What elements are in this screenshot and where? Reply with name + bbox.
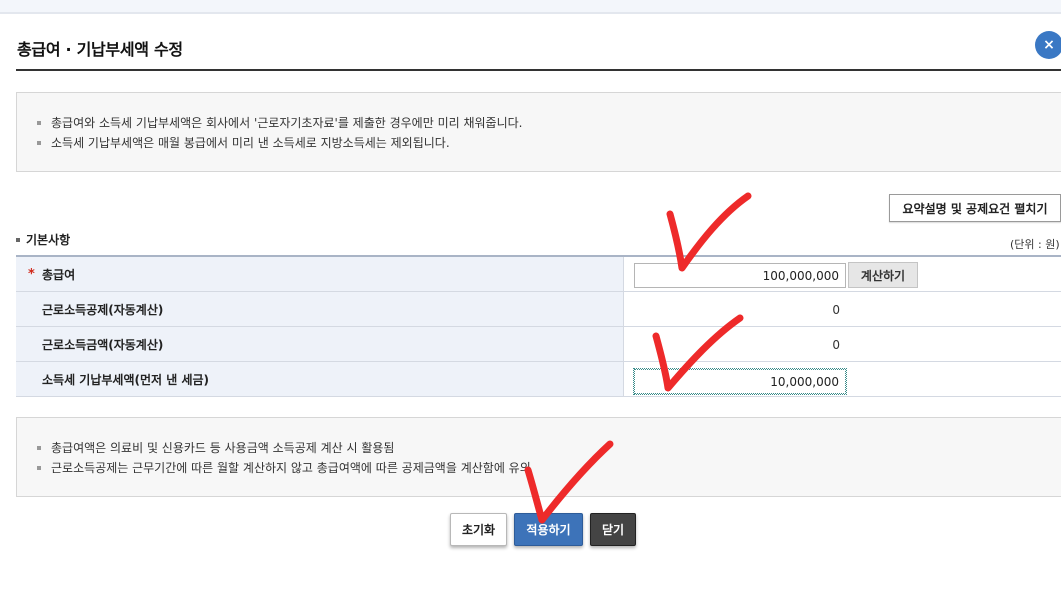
notice-box-top: 총급여와 소득세 기납부세액은 회사에서 '근로자기초자료'를 제출한 경우에만… — [16, 92, 1061, 172]
bullet-icon — [37, 466, 41, 470]
notice-text: 근로소득공제는 근무기간에 따른 월할 계산하지 않고 총급여액에 따른 공제금… — [51, 461, 531, 475]
dialog-title: 총급여 · 기납부세액 수정 — [17, 40, 183, 59]
section-title: 기본사항 — [16, 231, 70, 248]
apply-button[interactable]: 적용하기 — [514, 513, 583, 546]
notice-item: 총급여와 소득세 기납부세액은 회사에서 '근로자기초자료'를 제출한 경우에만… — [37, 113, 1061, 133]
bullet-icon — [37, 121, 41, 125]
prepaid-tax-input[interactable] — [633, 368, 847, 395]
notice-item: 총급여액은 의료비 및 신용카드 등 사용금액 소득공제 계산 시 활용됨 — [37, 438, 1061, 458]
bullet-icon — [37, 446, 41, 450]
row-value-cell: 0 — [624, 327, 1061, 361]
table-row-income-amount: 근로소득금액(자동계산) 0 — [16, 327, 1061, 362]
unit-label: (단위 : 원) — [1010, 238, 1060, 251]
table-row-income-deduction: 근로소득공제(자동계산) 0 — [16, 292, 1061, 327]
row-label-text: 총급여 — [42, 267, 76, 282]
income-amount-value: 0 — [832, 337, 840, 352]
income-deduction-value: 0 — [832, 302, 840, 317]
total-salary-input[interactable] — [634, 263, 846, 288]
required-mark: * — [28, 267, 35, 282]
section-title-text: 기본사항 — [26, 233, 71, 247]
row-label: 근로소득공제(자동계산) — [16, 292, 624, 326]
row-label: 근로소득금액(자동계산) — [16, 327, 624, 361]
table-row-prepaid-tax: 소득세 기납부세액(먼저 낸 세금) — [16, 362, 1061, 397]
close-button[interactable]: 닫기 — [590, 513, 636, 546]
notice-item: 근로소득공제는 근무기간에 따른 월할 계산하지 않고 총급여액에 따른 공제금… — [37, 458, 1061, 478]
row-label: * 총급여 — [16, 257, 624, 291]
notice-text: 총급여액은 의료비 및 신용카드 등 사용금액 소득공제 계산 시 활용됨 — [51, 441, 395, 455]
calculate-button[interactable]: 계산하기 — [848, 262, 918, 288]
summary-expand-button[interactable]: 요약설명 및 공제요건 펼치기 — [889, 194, 1061, 222]
action-bar: 초기화 적용하기 닫기 — [0, 513, 1061, 547]
row-label: 소득세 기납부세액(먼저 낸 세금) — [16, 362, 624, 396]
browser-top-strip — [0, 0, 1061, 14]
section-bullet-icon — [16, 237, 20, 242]
reset-button[interactable]: 초기화 — [450, 513, 507, 546]
notice-box-bottom: 총급여액은 의료비 및 신용카드 등 사용금액 소득공제 계산 시 활용됨 근로… — [16, 417, 1061, 497]
row-value-cell: 0 — [624, 292, 1061, 326]
bullet-icon — [37, 141, 41, 145]
form-table: * 총급여 근로소득공제(자동계산) 0 근로소득금액(자동계산) 0 소득세 기… — [16, 255, 1061, 397]
notice-item: 소득세 기납부세액은 매월 봉급에서 미리 낸 소득세로 지방소득세는 제외됩니… — [37, 133, 1061, 153]
title-divider — [16, 69, 1061, 71]
close-icon[interactable]: × — [1035, 31, 1061, 59]
notice-text: 소득세 기납부세액은 매월 봉급에서 미리 낸 소득세로 지방소득세는 제외됩니… — [51, 136, 450, 150]
notice-text: 총급여와 소득세 기납부세액은 회사에서 '근로자기초자료'를 제출한 경우에만… — [51, 116, 523, 130]
